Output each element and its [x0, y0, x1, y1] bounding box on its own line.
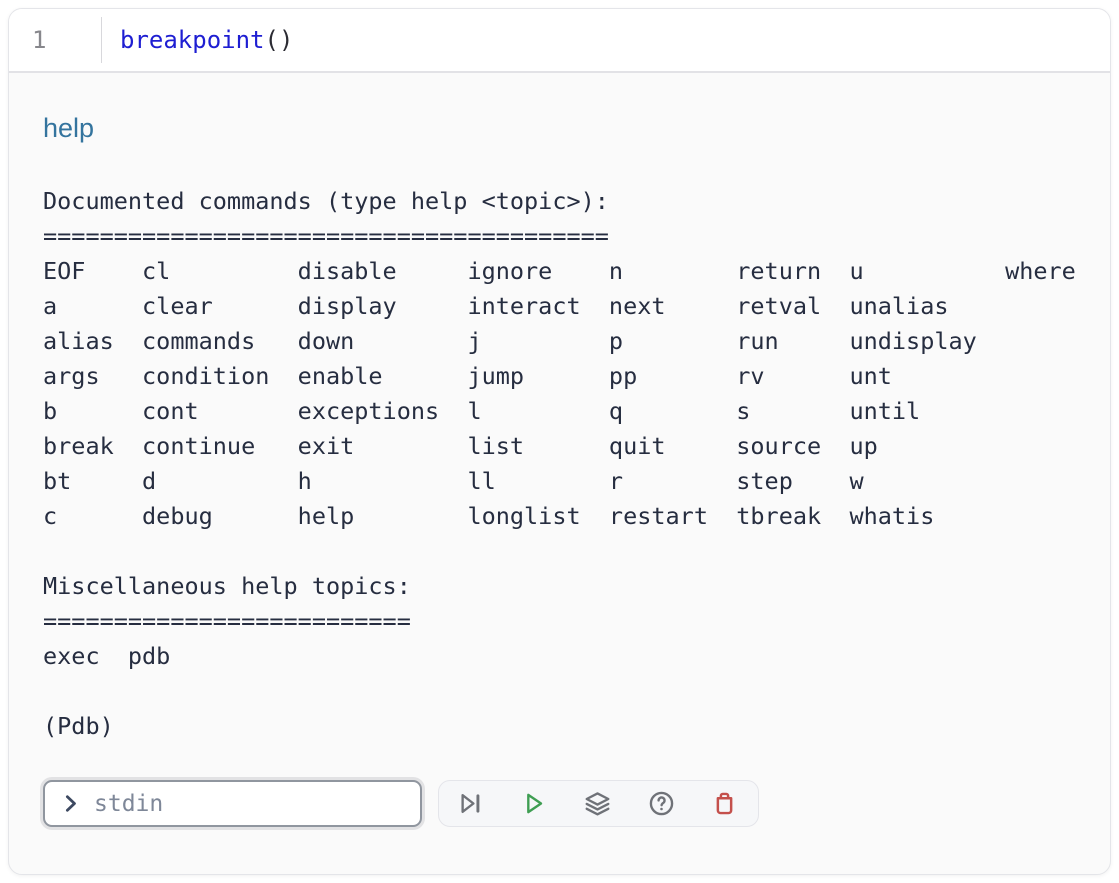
console-area: help Documented commands (type help <top…: [9, 73, 1110, 827]
echoed-command: help: [43, 113, 1076, 144]
stdin-inputbox[interactable]: [43, 780, 422, 827]
run-button[interactable]: [503, 781, 567, 826]
code-punctuation-token: (): [265, 26, 294, 54]
layers-icon: [584, 790, 611, 817]
trash-icon: [711, 790, 738, 817]
console-controls-row: [43, 780, 1076, 827]
line-number-gutter: 1: [9, 26, 101, 54]
chevron-right-icon: [58, 791, 83, 816]
code-function-token: breakpoint: [120, 26, 265, 54]
help-button[interactable]: [630, 781, 694, 826]
repl-card: 1 breakpoint() help Documented commands …: [8, 8, 1111, 875]
help-circle-icon: [648, 790, 675, 817]
line-number: 1: [32, 26, 46, 54]
skip-forward-icon: [457, 790, 484, 817]
debug-toolbar: [438, 780, 759, 827]
code-line[interactable]: breakpoint(): [102, 26, 293, 54]
stdin-input[interactable]: [92, 790, 408, 818]
console-output: Documented commands (type help <topic>):…: [43, 184, 1076, 744]
code-editor-row: 1 breakpoint(): [9, 9, 1110, 73]
step-forward-button[interactable]: [439, 781, 503, 826]
clear-button[interactable]: [693, 781, 757, 826]
play-icon: [521, 790, 548, 817]
stack-button[interactable]: [566, 781, 630, 826]
